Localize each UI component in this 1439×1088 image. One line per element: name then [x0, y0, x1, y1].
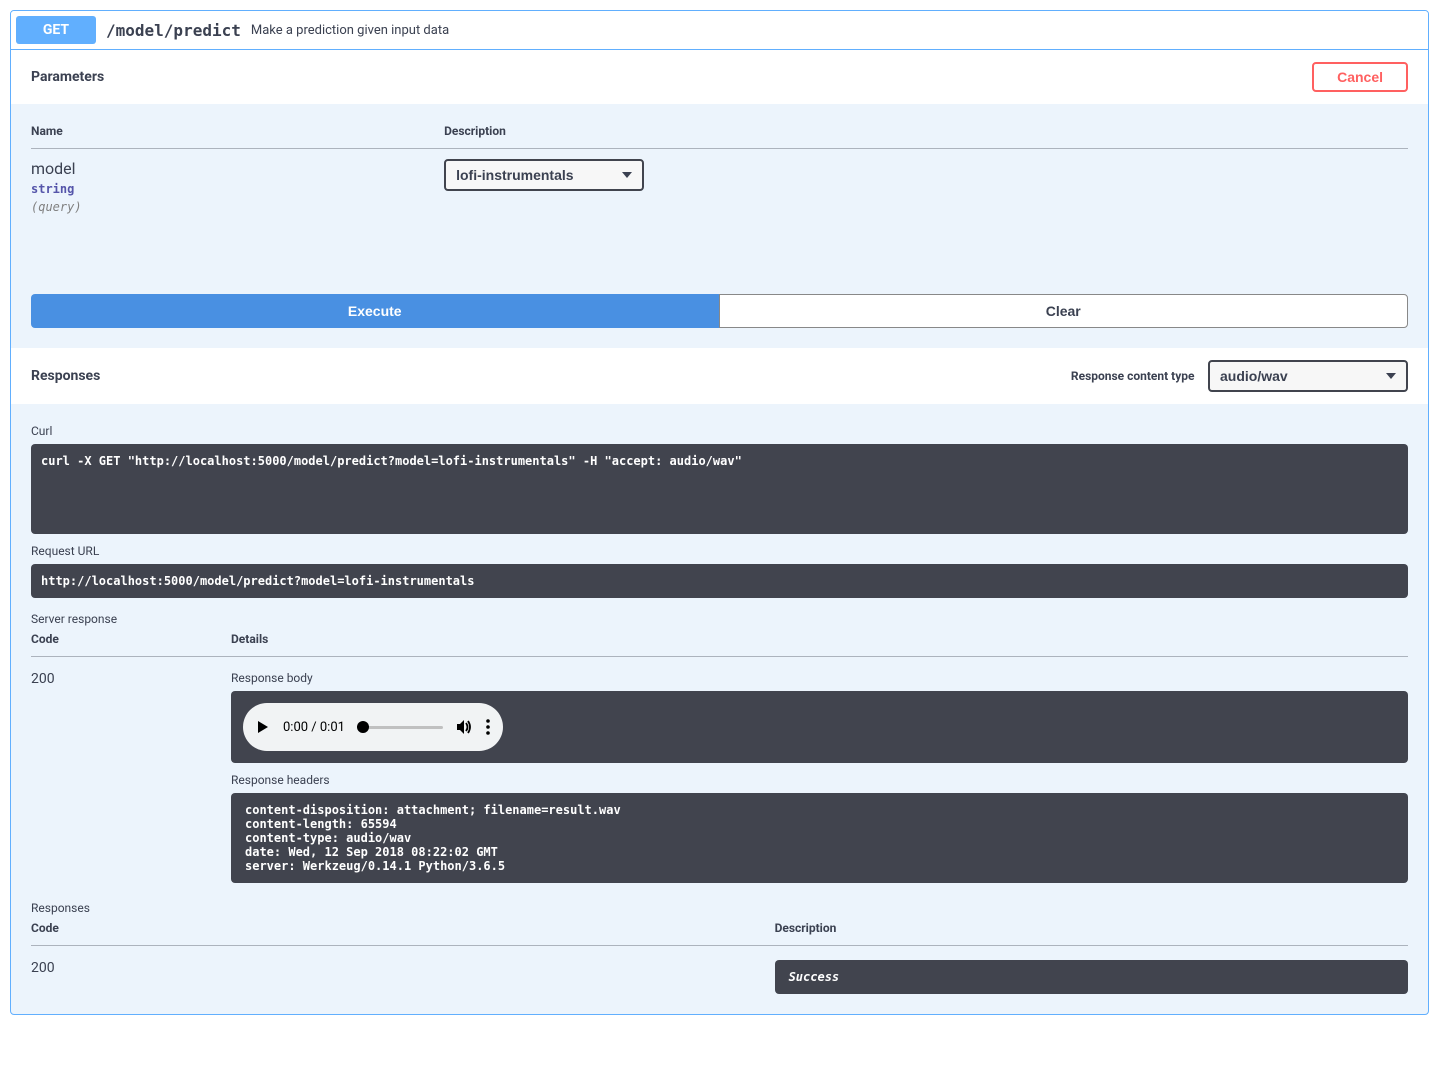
responses-header: Responses Response content type audio/wa… — [11, 348, 1428, 404]
audio-menu-icon[interactable] — [485, 718, 491, 736]
request-url-value[interactable]: http://localhost:5000/model/predict?mode… — [31, 564, 1408, 598]
param-select-wrap: lofi-instrumentals — [444, 159, 644, 191]
operation-summary[interactable]: GET /model/predict Make a prediction giv… — [11, 11, 1428, 50]
response-row: 200 Response body 0:00 / 0:01 — [31, 657, 1408, 884]
col-description-header: Description — [444, 124, 1408, 149]
response-headers-label: Response headers — [231, 773, 1408, 787]
responses-title: Responses — [31, 368, 100, 384]
response-code: 200 — [31, 657, 231, 884]
parameters-header: Parameters Cancel — [11, 50, 1428, 104]
doc-description-header: Description — [775, 921, 1408, 946]
action-buttons: Execute Clear — [11, 294, 1428, 348]
scrubber-thumb-icon[interactable] — [357, 721, 369, 733]
param-row: model string (query) lofi-instrumentals — [31, 149, 1408, 215]
parameters-title: Parameters — [31, 69, 104, 85]
volume-icon[interactable] — [455, 718, 473, 736]
operation-block: GET /model/predict Make a prediction giv… — [10, 10, 1429, 1015]
documented-responses-table: Code Description 200 Success — [31, 921, 1408, 994]
endpoint-path: /model/predict — [106, 21, 241, 40]
execute-button[interactable]: Execute — [31, 294, 719, 328]
doc-response-code: 200 — [31, 946, 775, 995]
server-response-table: Code Details 200 Response body — [31, 632, 1408, 883]
doc-response-row: 200 Success — [31, 946, 1408, 995]
content-type-select[interactable]: audio/wav — [1208, 360, 1408, 392]
server-response-label: Server response — [31, 612, 1408, 626]
content-type-select-wrap: audio/wav — [1208, 360, 1408, 392]
request-url-label: Request URL — [31, 544, 1408, 558]
cancel-button[interactable]: Cancel — [1312, 62, 1408, 92]
response-headers-value[interactable]: content-disposition: attachment; filenam… — [231, 793, 1408, 883]
model-select[interactable]: lofi-instrumentals — [444, 159, 644, 191]
col-name-header: Name — [31, 124, 444, 149]
content-type-picker: Response content type audio/wav — [1071, 360, 1408, 392]
method-badge: GET — [16, 16, 96, 44]
audio-scrubber[interactable] — [357, 726, 443, 729]
content-type-label: Response content type — [1071, 369, 1195, 383]
doc-code-header: Code — [31, 921, 775, 946]
clear-button[interactable]: Clear — [719, 294, 1409, 328]
param-type: string — [31, 178, 444, 196]
curl-label: Curl — [31, 424, 1408, 438]
play-icon[interactable] — [255, 719, 271, 735]
details-header: Details — [231, 632, 1408, 657]
doc-response-description: Success — [775, 960, 1408, 994]
response-body-label: Response body — [231, 671, 1408, 685]
curl-command[interactable]: curl -X GET "http://localhost:5000/model… — [31, 444, 1408, 534]
audio-player[interactable]: 0:00 / 0:01 — [243, 703, 503, 751]
responses-body: Curl curl -X GET "http://localhost:5000/… — [11, 404, 1428, 1014]
param-location: (query) — [31, 196, 444, 214]
audio-time: 0:00 / 0:01 — [283, 720, 345, 735]
parameters-body: Name Description model string (query) lo… — [11, 104, 1428, 234]
code-header: Code — [31, 632, 231, 657]
documented-responses-label: Responses — [31, 901, 1408, 915]
parameters-table: Name Description model string (query) lo… — [31, 124, 1408, 214]
param-name: model — [31, 159, 444, 178]
endpoint-description: Make a prediction given input data — [251, 23, 449, 38]
response-body-audio-wrap: 0:00 / 0:01 — [231, 691, 1408, 763]
